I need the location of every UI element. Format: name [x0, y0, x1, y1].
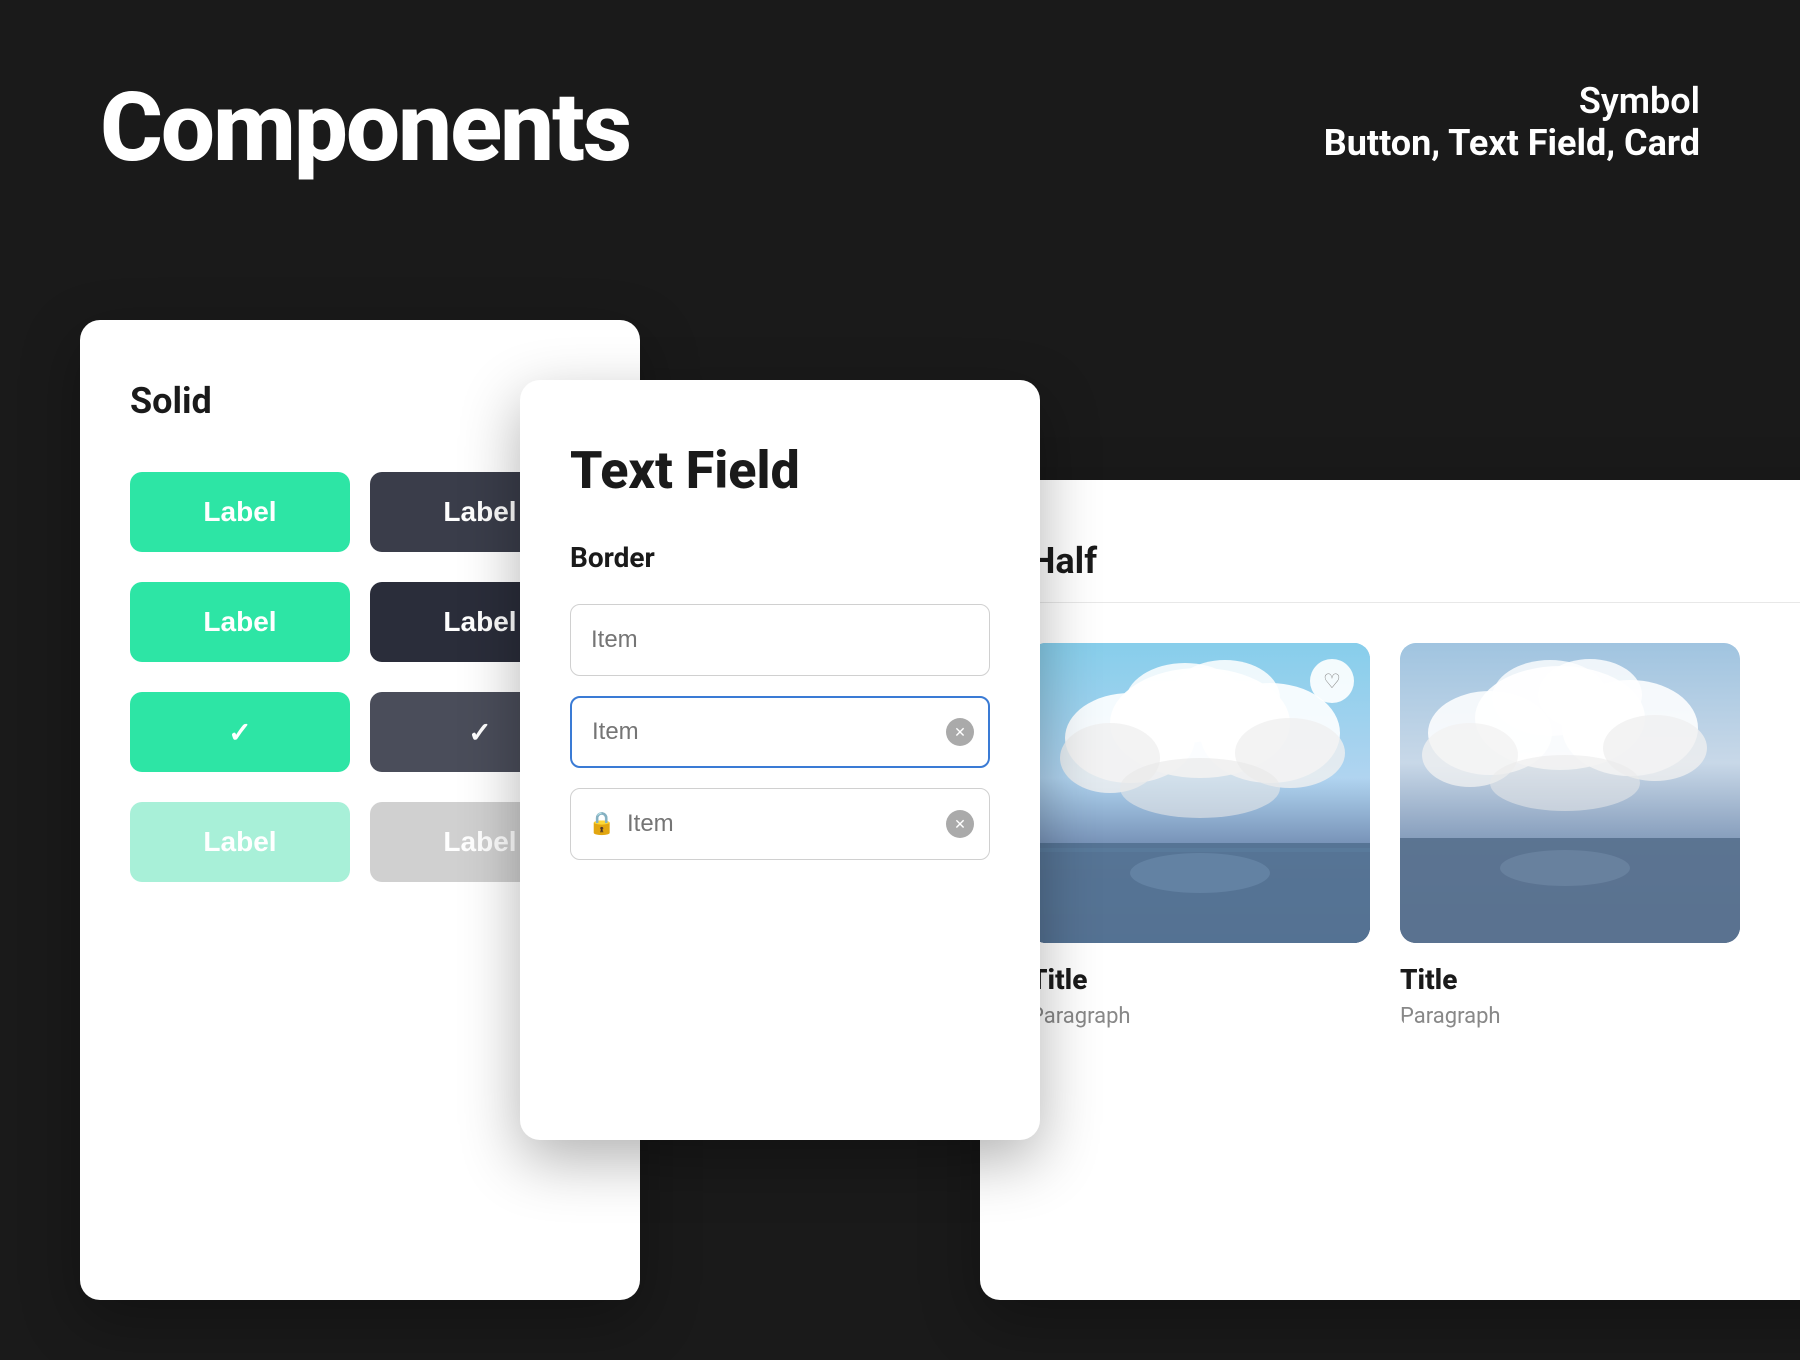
card-image-1: ♡ — [1030, 643, 1370, 943]
cards-area: Solid Label Label Label Label ✓ — [80, 320, 1800, 1360]
checkmark-icon: ✓ — [228, 716, 251, 749]
locked-input-wrapper: 🔒 ✕ — [570, 788, 990, 860]
media-card-2: Title Paragraph — [1400, 643, 1740, 1029]
checkmark-icon-dark: ✓ — [468, 716, 491, 749]
active-text-input[interactable] — [570, 696, 990, 768]
green-light-button[interactable]: Label — [130, 802, 350, 882]
card-info-2: Title Paragraph — [1400, 943, 1740, 1029]
textfield-panel-title: Text Field — [570, 440, 990, 501]
page-title: Components — [100, 80, 630, 176]
lock-icon: 🔒 — [588, 812, 615, 837]
card-paragraph-1: Paragraph — [1030, 1004, 1370, 1029]
active-input-wrapper: ✕ — [570, 696, 990, 768]
card-panel: Half — [980, 480, 1800, 1300]
textfield-panel: Text Field Border ✕ 🔒 ✕ — [520, 380, 1040, 1140]
card-paragraph-2: Paragraph — [1400, 1004, 1740, 1029]
card-title-2: Title — [1400, 963, 1740, 996]
types-label: Button, Text Field, Card — [1324, 122, 1700, 164]
heart-icon: ♡ — [1323, 669, 1341, 694]
card-panel-title: Half — [1030, 540, 1800, 603]
heart-button-1[interactable]: ♡ — [1310, 659, 1354, 703]
default-text-input[interactable] — [570, 604, 990, 676]
card-info-1: Title Paragraph — [1030, 943, 1370, 1029]
card-title-1: Title — [1030, 963, 1370, 996]
card-image-2 — [1400, 643, 1740, 943]
green-label-button-2[interactable]: Label — [130, 582, 350, 662]
clear-button-locked[interactable]: ✕ — [946, 810, 974, 838]
green-check-button[interactable]: ✓ — [130, 692, 350, 772]
cards-grid: ♡ Title Paragraph — [1030, 643, 1800, 1029]
default-input-wrapper — [570, 604, 990, 676]
locked-text-input[interactable] — [570, 788, 990, 860]
header-subtitle: Symbol Button, Text Field, Card — [1324, 80, 1700, 164]
symbol-label: Symbol — [1324, 80, 1700, 122]
textfield-section-label: Border — [570, 541, 990, 574]
media-card-1: ♡ Title Paragraph — [1030, 643, 1370, 1029]
page-header: Components Symbol Button, Text Field, Ca… — [0, 0, 1800, 236]
green-label-button-1[interactable]: Label — [130, 472, 350, 552]
clear-button-active[interactable]: ✕ — [946, 718, 974, 746]
